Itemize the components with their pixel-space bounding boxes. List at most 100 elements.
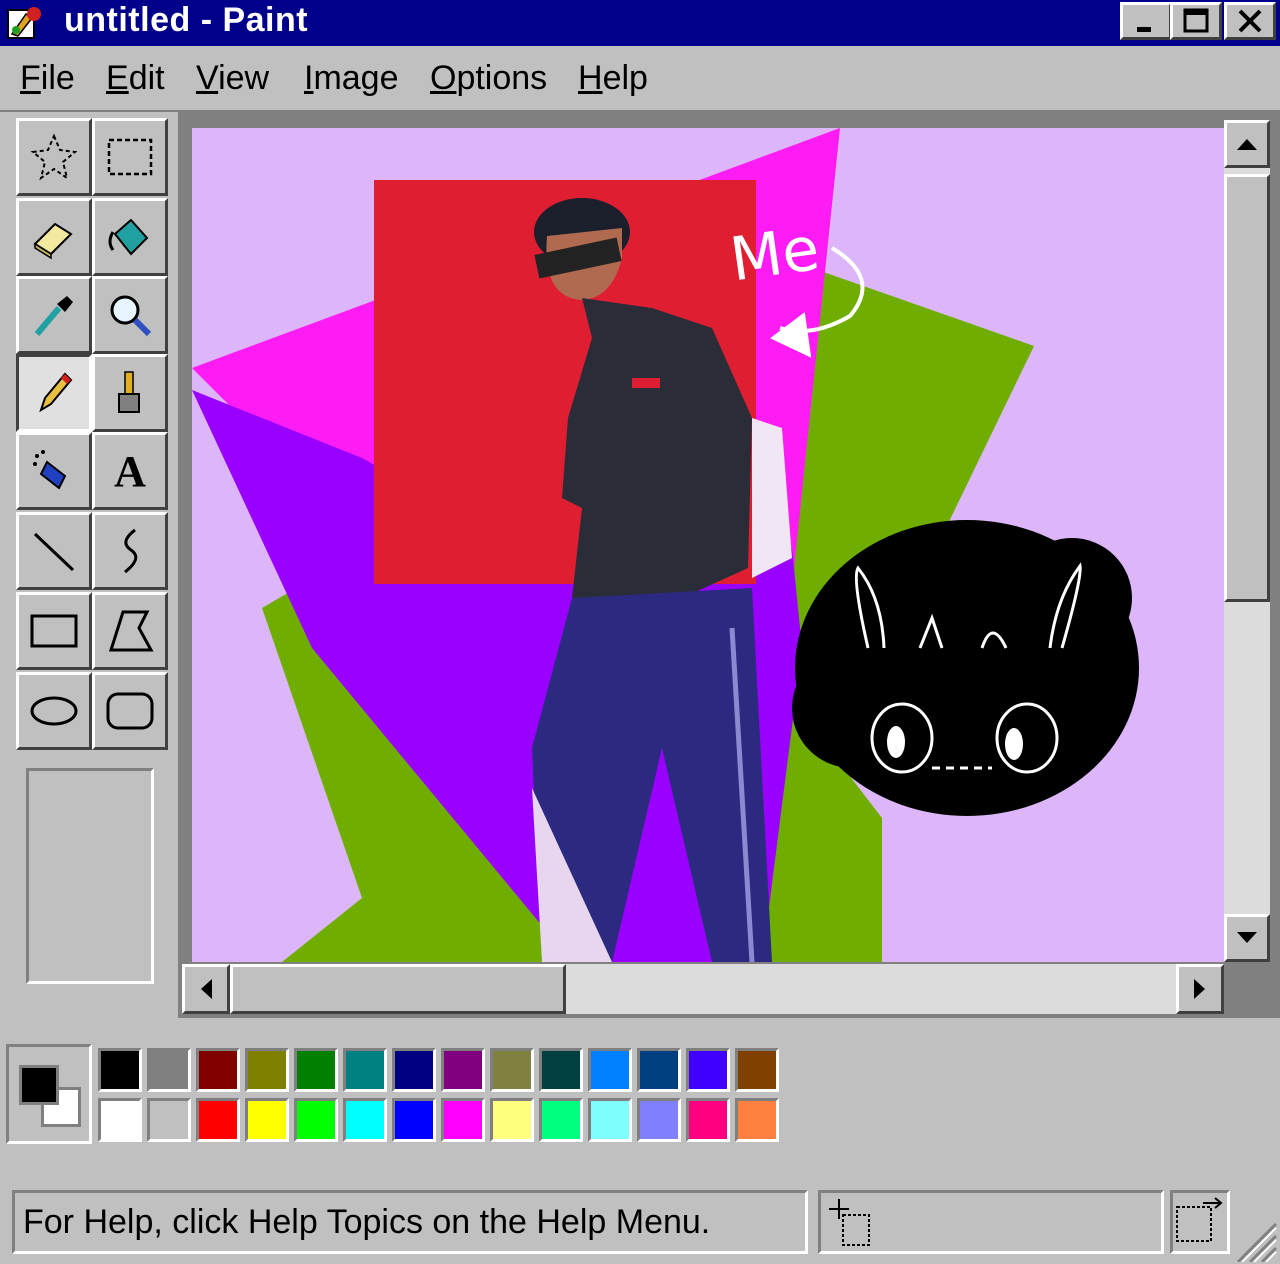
line-icon — [33, 532, 75, 572]
resize-grip-icon — [1236, 1222, 1278, 1264]
palette-swatch[interactable] — [343, 1048, 387, 1092]
menu-image[interactable]: Image — [304, 58, 399, 98]
curve-tool[interactable] — [92, 512, 168, 590]
horizontal-scroll-thumb[interactable] — [230, 964, 566, 1014]
color-box — [0, 1026, 1280, 1166]
palette-swatch[interactable] — [294, 1098, 338, 1142]
pencil-tool[interactable] — [16, 354, 92, 432]
canvas-artwork: Me — [192, 128, 1139, 962]
tool-options-panel[interactable] — [26, 768, 154, 984]
scroll-right-button[interactable] — [1176, 964, 1224, 1014]
status-selection-size — [1170, 1190, 1230, 1254]
text-icon: A — [114, 446, 146, 496]
curve-icon — [124, 528, 138, 574]
eraser-icon — [33, 222, 73, 260]
palette-swatch[interactable] — [392, 1048, 436, 1092]
menu-help[interactable]: Help — [578, 58, 648, 98]
palette-swatch[interactable] — [245, 1048, 289, 1092]
status-help-text: For Help, click Help Topics on the Help … — [12, 1190, 808, 1254]
palette-swatch[interactable] — [588, 1098, 632, 1142]
menu-view[interactable]: View — [196, 58, 269, 98]
palette-swatch[interactable] — [441, 1048, 485, 1092]
maximize-button[interactable] — [1170, 2, 1222, 40]
palette-swatch[interactable] — [490, 1048, 534, 1092]
pencil-icon — [39, 372, 73, 413]
palette-swatch[interactable] — [637, 1098, 681, 1142]
line-tool[interactable] — [16, 512, 92, 590]
eyedropper-icon — [34, 296, 73, 336]
palette-swatch[interactable] — [686, 1098, 730, 1142]
airbrush-icon — [33, 450, 67, 490]
palette-swatch[interactable] — [392, 1098, 436, 1142]
polygon-icon — [108, 610, 154, 652]
paint-bucket-icon — [108, 218, 149, 256]
palette-swatch[interactable] — [539, 1048, 583, 1092]
paint-icon[interactable] — [6, 4, 46, 42]
cursor-position-icon — [829, 1199, 870, 1246]
menu-options[interactable]: Options — [430, 58, 547, 98]
text-tool[interactable]: A — [92, 432, 168, 510]
me-annotation: Me — [726, 214, 824, 296]
rounded-rectangle-tool[interactable] — [92, 672, 168, 750]
status-cursor-position — [818, 1190, 1164, 1254]
arrow-left-icon — [201, 979, 212, 999]
palette-swatch[interactable] — [539, 1098, 583, 1142]
palette-swatch[interactable] — [637, 1048, 681, 1092]
maximize-icon — [1183, 8, 1209, 33]
palette-swatch[interactable] — [441, 1098, 485, 1142]
palette-swatch[interactable] — [245, 1098, 289, 1142]
selection-size-icon — [1176, 1197, 1223, 1242]
palette-swatch[interactable] — [98, 1098, 142, 1142]
palette-swatch[interactable] — [735, 1048, 779, 1092]
horizontal-scrollbar[interactable] — [182, 964, 1224, 1014]
current-colors[interactable] — [6, 1044, 92, 1144]
palette-swatch[interactable] — [490, 1098, 534, 1142]
scroll-left-button[interactable] — [182, 964, 230, 1014]
menu-file[interactable]: File — [20, 58, 75, 98]
palette-swatch[interactable] — [196, 1098, 240, 1142]
vertical-scrollbar[interactable] — [1224, 120, 1270, 962]
select-tool[interactable] — [92, 118, 168, 196]
menu-file-rest: ile — [40, 59, 75, 97]
arrow-down-icon — [1237, 932, 1257, 943]
ellipse-tool[interactable] — [16, 672, 92, 750]
scroll-up-button[interactable] — [1224, 120, 1270, 168]
minimize-button[interactable] — [1120, 2, 1172, 40]
rect-select-icon — [107, 138, 153, 176]
menu-edit[interactable]: Edit — [106, 58, 165, 98]
palette-swatch[interactable] — [147, 1048, 191, 1092]
palette-swatch[interactable] — [147, 1098, 191, 1142]
rectangle-tool[interactable] — [16, 592, 92, 670]
palette-swatch[interactable] — [343, 1098, 387, 1142]
palette-swatch[interactable] — [98, 1048, 142, 1092]
polygon-tool[interactable] — [92, 592, 168, 670]
free-form-select-tool[interactable] — [16, 118, 92, 196]
pick-color-tool[interactable] — [16, 276, 92, 354]
rectangle-icon — [30, 614, 78, 648]
window-title: untitled - Paint — [64, 1, 309, 39]
brush-icon — [118, 371, 140, 413]
palette-swatch[interactable] — [196, 1048, 240, 1092]
palette-swatch[interactable] — [686, 1048, 730, 1092]
fill-tool[interactable] — [92, 198, 168, 276]
title-bar[interactable]: untitled - Paint — [0, 0, 1280, 46]
close-button[interactable] — [1224, 2, 1276, 40]
magnifier-icon — [110, 295, 152, 337]
eraser-tool[interactable] — [16, 198, 92, 276]
scroll-down-button[interactable] — [1224, 914, 1270, 962]
resize-grip[interactable] — [1232, 1210, 1278, 1264]
brush-tool[interactable] — [92, 354, 168, 432]
vertical-scroll-thumb[interactable] — [1224, 174, 1270, 602]
rounded-rectangle-icon — [106, 692, 154, 730]
magnifier-tool[interactable] — [92, 276, 168, 354]
palette-swatch[interactable] — [588, 1048, 632, 1092]
palette-swatch[interactable] — [735, 1098, 779, 1142]
foreground-color-swatch[interactable] — [19, 1065, 59, 1105]
arrow-up-icon — [1237, 139, 1257, 150]
minimize-icon — [1137, 27, 1151, 32]
airbrush-tool[interactable] — [16, 432, 92, 510]
palette-swatch[interactable] — [294, 1048, 338, 1092]
menu-bar: File Edit View Image Options Help — [0, 46, 1280, 112]
drawing-canvas[interactable]: Me — [192, 128, 1224, 962]
ellipse-icon — [30, 696, 78, 726]
